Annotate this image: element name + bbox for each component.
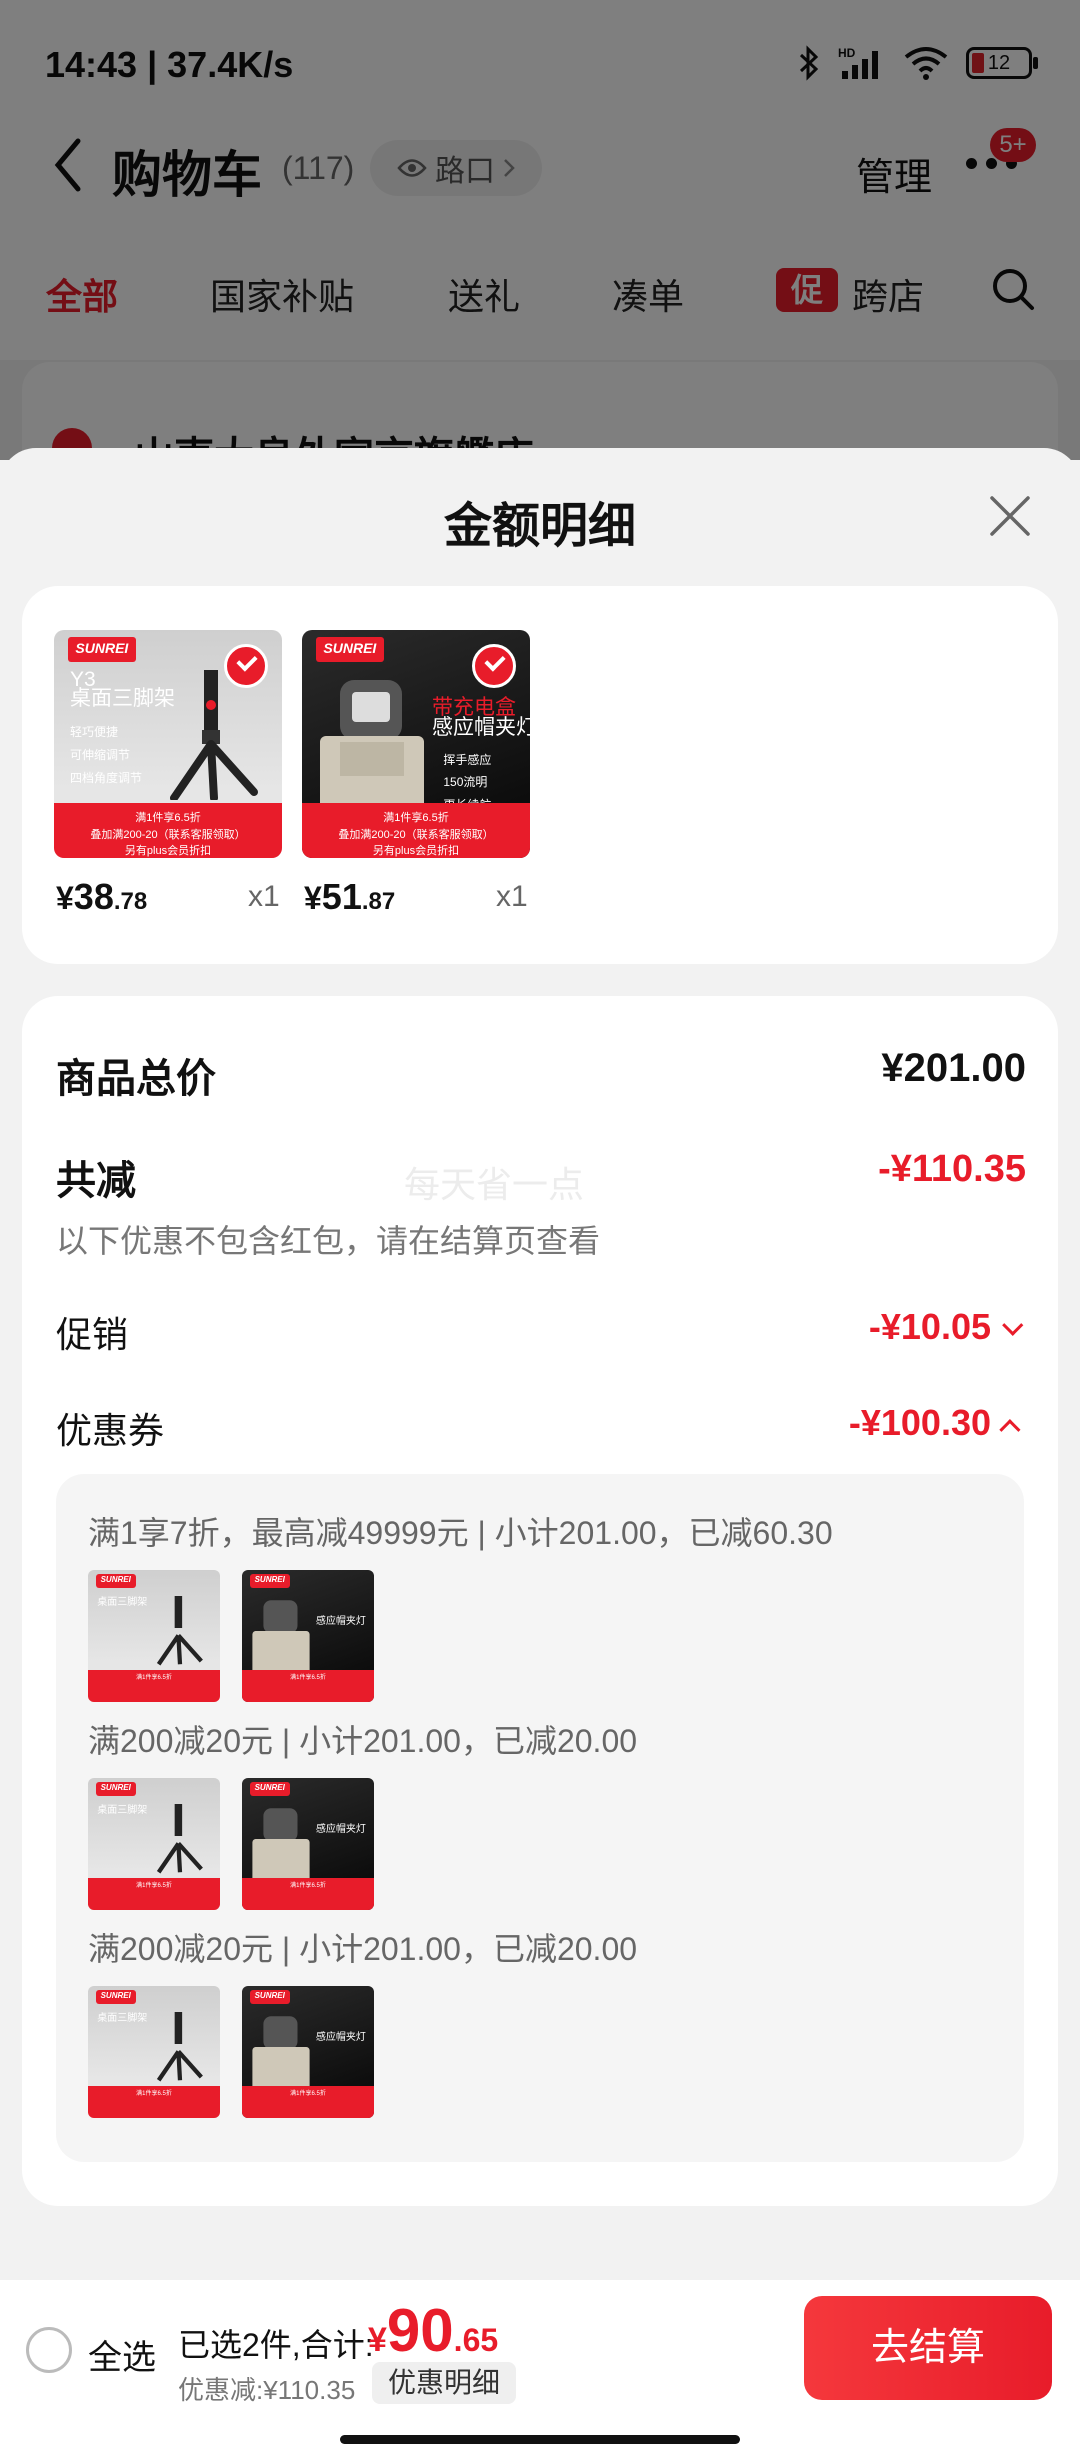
- modal-overlay[interactable]: [0, 0, 1080, 460]
- selected-check-icon[interactable]: [224, 644, 268, 688]
- watermark-text: 每天省一点: [404, 1164, 585, 1205]
- reduce-value: -¥110.35: [878, 1148, 1026, 1190]
- banner-line: 另有plus会员折扣: [372, 845, 460, 858]
- product-image-lamp[interactable]: SUNREI 带充电盒 感应帽夹灯 挥手感应 150流明 更长续航 满1件享6.…: [302, 630, 530, 858]
- brand-logo: SUNREI: [67, 636, 137, 662]
- product-name-line2: 感应帽夹灯: [431, 716, 530, 740]
- product-image-tripod[interactable]: SUNREI Y3 桌面三脚架 轻巧便捷 可伸缩调节 四档角度调节 满1件享6.…: [54, 630, 282, 858]
- total-price: ¥90.65: [368, 2297, 499, 2364]
- product-price: ¥38.78: [56, 876, 148, 917]
- select-all-radio[interactable]: [26, 2327, 72, 2373]
- promo-label: 促销: [56, 1314, 129, 1355]
- coupon-value: -¥100.30: [848, 1402, 991, 1443]
- checkout-button[interactable]: 去结算: [804, 2296, 1052, 2400]
- banner-line: 满1件享6.5折: [135, 812, 201, 825]
- home-indicator[interactable]: [340, 2435, 740, 2444]
- coupon-thumb-lamp: SUNREI 感应帽夹灯 满1件享6.5折: [242, 1570, 374, 1702]
- brand-logo: SUNREI: [315, 636, 385, 662]
- banner-line: 满1件享6.5折: [383, 812, 449, 825]
- coupon-rule: 满200减20元 | 小计201.00，已减20.00: [88, 1931, 638, 1967]
- coupon-thumb-lamp: SUNREI 感应帽夹灯 满1件享6.5折: [242, 1986, 374, 2118]
- feature-list: 轻巧便捷 可伸缩调节 四档角度调节: [70, 721, 142, 789]
- promo-banner: 满1件享6.5折 叠加满200-20（联系客服领取） 另有plus会员折扣: [54, 803, 282, 858]
- coupon-thumb-tripod: SUNREI 桌面三脚架 满1件享6.5折: [88, 1570, 220, 1702]
- selected-check-icon[interactable]: [472, 644, 516, 688]
- coupon-thumb-tripod: SUNREI 桌面三脚架 满1件享6.5折: [88, 1778, 220, 1910]
- select-all-label[interactable]: 全选: [88, 2330, 156, 2379]
- promo-banner: 满1件享6.5折 叠加满200-20（联系客服领取） 另有plus会员折扣: [302, 803, 530, 858]
- coupon-thumb-tripod: SUNREI 桌面三脚架 满1件享6.5折: [88, 1986, 220, 2118]
- feature-item: 挥手感应: [443, 752, 492, 767]
- banner-line: 叠加满200-20（联系客服领取）: [338, 828, 494, 841]
- feature-item: 150流明: [443, 775, 488, 790]
- coupon-row-toggle[interactable]: -¥100.30: [848, 1402, 1021, 1444]
- promo-row-toggle[interactable]: -¥10.05: [868, 1306, 1024, 1348]
- reduce-label: 共减: [56, 1159, 136, 1203]
- feature-item: 可伸缩调节: [69, 747, 130, 762]
- feature-item: 轻巧便捷: [69, 725, 118, 740]
- reduce-note: 以下优惠不包含红包，请在结算页查看: [56, 1223, 601, 1259]
- sheet-title: 金额明细: [443, 500, 636, 553]
- discount-amount: 优惠减:¥110.35: [178, 2375, 356, 2405]
- total-label: 商品总价: [56, 1057, 216, 1101]
- feature-item: 四档角度调节: [69, 770, 142, 785]
- product-quantity: x1: [496, 880, 528, 913]
- coupon-label: 优惠券: [56, 1410, 165, 1451]
- selected-summary: 已选2件,合计:: [178, 2327, 374, 2363]
- promo-value: -¥10.05: [868, 1306, 991, 1347]
- coupon-rule: 满200减20元 | 小计201.00，已减20.00: [88, 1723, 638, 1759]
- banner-line: 另有plus会员折扣: [124, 845, 212, 858]
- discount-detail-button[interactable]: 优惠明细: [372, 2362, 517, 2404]
- total-value: ¥201.00: [881, 1046, 1026, 1090]
- lamp-graphic: [320, 680, 424, 818]
- banner-line: 叠加满200-20（联系客服领取）: [90, 828, 246, 841]
- close-icon[interactable]: [986, 492, 1034, 540]
- coupon-thumb-lamp: SUNREI 感应帽夹灯 满1件享6.5折: [242, 1778, 374, 1910]
- coupon-rule: 满1享7折，最高减49999元 | 小计201.00，已减60.30: [88, 1515, 833, 1551]
- product-quantity: x1: [248, 880, 280, 913]
- product-price: ¥51.87: [304, 876, 396, 917]
